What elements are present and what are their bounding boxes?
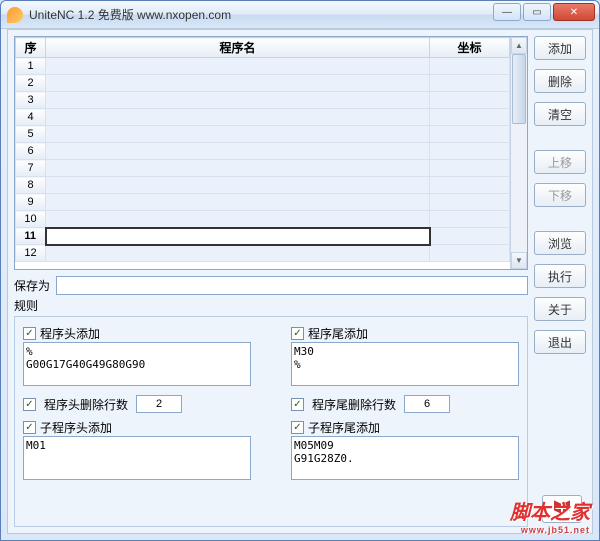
cell-program-name[interactable] — [46, 245, 430, 262]
about-button[interactable]: 关于 — [534, 297, 586, 321]
row-header[interactable]: 4 — [16, 109, 46, 126]
row-header[interactable]: 7 — [16, 160, 46, 177]
rules-label: 规则 — [14, 297, 528, 314]
column-header-seq[interactable]: 序 — [16, 38, 46, 58]
tail-add-checkbox[interactable] — [291, 327, 304, 340]
table-row[interactable]: 8 — [16, 177, 510, 194]
cell-coord[interactable] — [430, 245, 510, 262]
cell-program-name[interactable] — [46, 177, 430, 194]
head-del-label: 程序头删除行数 — [44, 396, 128, 413]
sub-tail-textarea[interactable] — [291, 436, 519, 480]
scroll-up-button[interactable]: ▲ — [511, 37, 527, 54]
table-row[interactable]: 10 — [16, 211, 510, 228]
cell-program-name[interactable] — [46, 160, 430, 177]
sub-head-checkbox[interactable] — [23, 421, 36, 434]
close-button[interactable]: ✕ — [553, 3, 595, 21]
scroll-down-button[interactable]: ▼ — [511, 252, 527, 269]
cell-coord[interactable] — [430, 211, 510, 228]
row-header[interactable]: 11 — [16, 228, 46, 245]
minimize-button[interactable]: — — [493, 3, 521, 21]
tail-del-checkbox[interactable] — [291, 398, 304, 411]
head-del-checkbox[interactable] — [23, 398, 36, 411]
row-header[interactable]: 10 — [16, 211, 46, 228]
table-row[interactable]: 5 — [16, 126, 510, 143]
scroll-thumb[interactable] — [512, 54, 526, 124]
cell-program-name[interactable] — [46, 126, 430, 143]
table-row[interactable]: 12 — [16, 245, 510, 262]
application-window: UniteNC 1.2 免费版 www.nxopen.com — ▭ ✕ 序 程… — [0, 0, 600, 541]
cell-program-name[interactable] — [46, 194, 430, 211]
clear-button[interactable]: 清空 — [534, 102, 586, 126]
app-icon — [7, 7, 23, 23]
vertical-scrollbar[interactable]: ▲ ▼ — [510, 37, 527, 269]
table-row[interactable]: 2 — [16, 75, 510, 92]
table-row[interactable]: 7 — [16, 160, 510, 177]
browse-button[interactable]: 浏览 — [534, 231, 586, 255]
row-header[interactable]: 1 — [16, 58, 46, 75]
movedown-button[interactable]: 下移 — [534, 183, 586, 207]
cell-coord[interactable] — [430, 143, 510, 160]
cell-program-name[interactable] — [46, 58, 430, 75]
row-header[interactable]: 5 — [16, 126, 46, 143]
program-table: 序 程序名 坐标 123456789101112 ▲ — [14, 36, 528, 270]
head-del-input[interactable] — [136, 395, 182, 413]
table-row[interactable]: 1 — [16, 58, 510, 75]
button-column: 添加 删除 清空 上移 下移 浏览 执行 关于 退出 — [534, 30, 592, 533]
cell-program-name[interactable] — [46, 228, 430, 245]
table-row[interactable]: 11 — [16, 228, 510, 245]
head-add-textarea[interactable] — [23, 342, 251, 386]
sub-tail-checkbox[interactable] — [291, 421, 304, 434]
exit-button[interactable]: 退出 — [534, 330, 586, 354]
column-header-name[interactable]: 程序名 — [46, 38, 430, 58]
moveup-button[interactable]: 上移 — [534, 150, 586, 174]
cell-coord[interactable] — [430, 92, 510, 109]
cell-program-name[interactable] — [46, 211, 430, 228]
row-header[interactable]: 12 — [16, 245, 46, 262]
head-add-label: 程序头添加 — [40, 325, 100, 342]
table-row[interactable]: 9 — [16, 194, 510, 211]
tail-add-label: 程序尾添加 — [308, 325, 368, 342]
row-header[interactable]: 6 — [16, 143, 46, 160]
save-as-input[interactable] — [56, 276, 528, 295]
add-button[interactable]: 添加 — [534, 36, 586, 60]
logo-icon — [554, 502, 570, 516]
sub-head-textarea[interactable] — [23, 436, 251, 480]
cell-program-name[interactable] — [46, 143, 430, 160]
cell-coord[interactable] — [430, 194, 510, 211]
cell-coord[interactable] — [430, 160, 510, 177]
cell-coord[interactable] — [430, 177, 510, 194]
delete-button[interactable]: 删除 — [534, 69, 586, 93]
save-as-label: 保存为 — [14, 277, 50, 294]
sub-head-label: 子程序头添加 — [40, 419, 112, 436]
window-title: UniteNC 1.2 免费版 www.nxopen.com — [29, 6, 231, 23]
cell-coord[interactable] — [430, 109, 510, 126]
client-area: 序 程序名 坐标 123456789101112 ▲ — [7, 29, 593, 534]
row-header[interactable]: 9 — [16, 194, 46, 211]
maximize-button[interactable]: ▭ — [523, 3, 551, 21]
table-row[interactable]: 3 — [16, 92, 510, 109]
cell-coord[interactable] — [430, 75, 510, 92]
cell-coord[interactable] — [430, 228, 510, 245]
column-header-coord[interactable]: 坐标 — [430, 38, 510, 58]
titlebar[interactable]: UniteNC 1.2 免费版 www.nxopen.com — ▭ ✕ — [1, 1, 599, 29]
table-row[interactable]: 6 — [16, 143, 510, 160]
sub-tail-label: 子程序尾添加 — [308, 419, 380, 436]
rules-panel: 程序头添加 程序尾添加 — [14, 316, 528, 527]
tail-del-input[interactable] — [404, 395, 450, 413]
cell-program-name[interactable] — [46, 92, 430, 109]
cell-program-name[interactable] — [46, 109, 430, 126]
execute-button[interactable]: 执行 — [534, 264, 586, 288]
row-header[interactable]: 3 — [16, 92, 46, 109]
logo-button[interactable] — [542, 495, 582, 523]
head-add-checkbox[interactable] — [23, 327, 36, 340]
scroll-track[interactable] — [511, 54, 527, 252]
cell-program-name[interactable] — [46, 75, 430, 92]
tail-del-label: 程序尾删除行数 — [312, 396, 396, 413]
table-row[interactable]: 4 — [16, 109, 510, 126]
row-header[interactable]: 8 — [16, 177, 46, 194]
tail-add-textarea[interactable] — [291, 342, 519, 386]
cell-coord[interactable] — [430, 126, 510, 143]
row-header[interactable]: 2 — [16, 75, 46, 92]
cell-coord[interactable] — [430, 58, 510, 75]
